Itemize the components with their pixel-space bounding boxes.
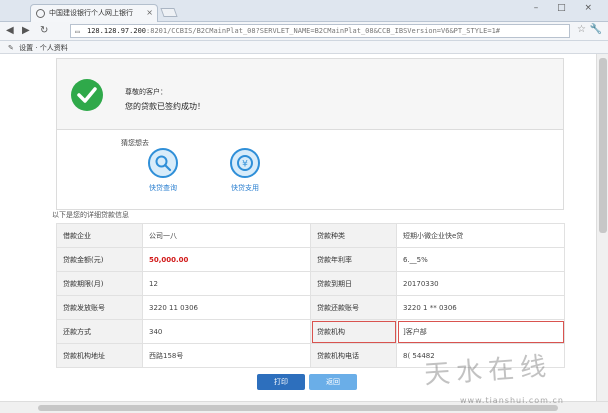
- success-message: 您的贷款已签约成功！: [125, 102, 205, 111]
- value-interest-rate: 6.__5%: [396, 247, 565, 272]
- vertical-scrollbar[interactable]: [596, 54, 608, 401]
- page-favicon-icon: [36, 9, 45, 18]
- quick-loan-use-link[interactable]: ¥ 快贷支用: [215, 148, 275, 193]
- label-maturity-date: 贷款到期日: [310, 271, 397, 296]
- bookmark-item-settings[interactable]: 设置 · 个人资料: [19, 44, 68, 52]
- wrench-icon[interactable]: 🔧: [590, 24, 602, 35]
- detail-section-title: 以下是您的详细贷款信息: [52, 211, 129, 219]
- value-loan-amount: 50,000.00: [142, 247, 311, 272]
- reload-icon[interactable]: ↻: [40, 25, 48, 36]
- table-row: 贷款金额(元) 50,000.00 贷款年利率 6.__5%: [56, 247, 565, 272]
- label-disbursement-account: 贷款发放账号: [56, 295, 143, 320]
- quick-loan-query-link[interactable]: 快贷查询: [133, 148, 193, 193]
- label-borrower: 借款企业: [56, 223, 143, 248]
- table-row: 贷款发放账号 3220 11 0306 贷款还款账号 3220 1 ** 030…: [56, 295, 565, 320]
- label-repayment-account: 贷款还款账号: [310, 295, 397, 320]
- label-loan-amount: 贷款金额(元): [56, 247, 143, 272]
- label-interest-rate: 贷款年利率: [310, 247, 397, 272]
- success-check-icon: [71, 79, 103, 111]
- value-institution-address: 西路158号: [142, 343, 311, 368]
- label-institution-address: 贷款机构地址: [56, 343, 143, 368]
- browser-tab[interactable]: 中国建设银行个人网上银行 ×: [30, 4, 158, 23]
- new-tab-button[interactable]: [160, 8, 178, 17]
- browser-toolbar: ◀ ▶ ↻ ▭ 128.128.97.200:8201/CCBIS/B2CMai…: [0, 22, 608, 41]
- value-repayment-method: 340: [142, 319, 311, 344]
- value-maturity-date: 20170330: [396, 271, 565, 296]
- greeting-text: 尊敬的客户：: [125, 88, 167, 96]
- quick-loan-use-label: 快贷支用: [231, 184, 259, 192]
- table-row: 借款企业 公司一八 贷款种类 短期小微企业快e贷: [56, 223, 565, 248]
- label-institution-phone: 贷款机构电话: [310, 343, 397, 368]
- value-repayment-account: 3220 1 ** 0306: [396, 295, 565, 320]
- address-bar[interactable]: ▭ 128.128.97.200:8201/CCBIS/B2CMainPlat_…: [70, 24, 570, 38]
- quick-loan-query-label: 快贷查询: [149, 184, 177, 192]
- tab-title: 中国建设银行个人网上银行: [49, 9, 133, 17]
- label-loan-term: 贷款期限(月): [56, 271, 143, 296]
- url-path: :8201/CCBIS/B2CMainPlat_08?SERVLET_NAME=…: [146, 27, 501, 35]
- window-controls[interactable]: – □ ×: [534, 3, 600, 13]
- page-icon: ▭: [75, 27, 80, 36]
- suggestion-panel: 猜您想去 快贷查询 ¥ 快贷支用: [56, 130, 564, 210]
- value-disbursement-account: 3220 11 0306: [142, 295, 311, 320]
- value-loan-type: 短期小微企业快e贷: [396, 223, 565, 248]
- wrench-small-icon: ✎: [8, 44, 14, 52]
- value-borrower: 公司一八: [142, 223, 311, 248]
- money-icon: ¥: [230, 148, 260, 178]
- print-button[interactable]: 打印: [257, 374, 305, 390]
- label-loan-type: 贷款种类: [310, 223, 397, 248]
- loan-detail-table: 借款企业 公司一八 贷款种类 短期小微企业快e贷 贷款金额(元) 50,000.…: [56, 223, 565, 368]
- tab-close-icon[interactable]: ×: [146, 8, 153, 17]
- back-arrow-icon[interactable]: ◀: [6, 25, 14, 36]
- horizontal-scroll-thumb[interactable]: [38, 405, 558, 411]
- bookmark-star-icon[interactable]: ☆: [577, 24, 586, 35]
- value-loan-institution: ]客户部: [396, 319, 565, 344]
- bookmarks-bar: ✎ 设置 · 个人资料: [0, 41, 608, 54]
- browser-titlebar: 中国建设银行个人网上银行 × – □ ×: [0, 0, 608, 23]
- success-panel: 尊敬的客户： 您的贷款已签约成功！: [56, 58, 564, 130]
- table-row: 贷款期限(月) 12 贷款到期日 20170330: [56, 271, 565, 296]
- label-repayment-method: 还款方式: [56, 319, 143, 344]
- site-watermark-url: www.tianshui.com.cn: [460, 396, 564, 405]
- search-icon: [148, 148, 178, 178]
- label-loan-institution: 贷款机构: [310, 319, 397, 344]
- vertical-scroll-thumb[interactable]: [599, 58, 607, 233]
- forward-arrow-icon[interactable]: ▶: [22, 25, 30, 36]
- back-button[interactable]: 返回: [309, 374, 357, 390]
- url-host: 128.128.97.200: [87, 27, 147, 35]
- svg-text:¥: ¥: [242, 160, 248, 170]
- table-row: 还款方式 340 贷款机构 ]客户部: [56, 319, 565, 344]
- value-loan-term: 12: [142, 271, 311, 296]
- suggestion-title: 猜您想去: [121, 139, 149, 147]
